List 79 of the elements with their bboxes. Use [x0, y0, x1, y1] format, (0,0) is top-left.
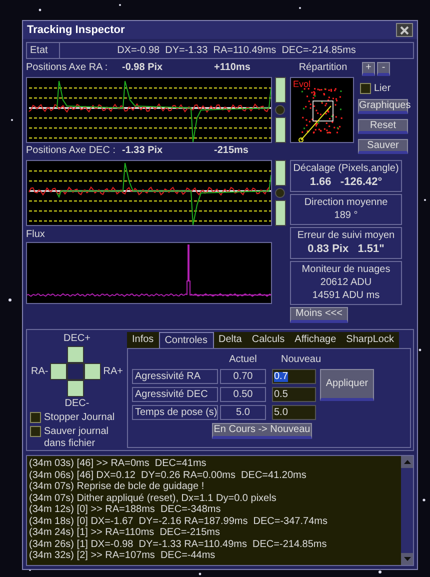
zoom-button[interactable]: - [377, 62, 390, 76]
zoom-button[interactable]: + [362, 62, 375, 76]
ra-minus-pad[interactable] [50, 363, 68, 380]
pad-center [67, 363, 84, 380]
log-line: (34m 12s) [0] >> RA=188ms DEC=-348ms [29, 504, 222, 516]
column-header: Nouveau [280, 355, 322, 365]
log-line: (34m 07s) Dither appliqué (reset), Dx=1.1 Dy=0.0 pixels [29, 492, 278, 504]
column-header: Actuel [228, 355, 258, 365]
flux-label: Flux [26, 230, 46, 240]
checkbox-label: Stopper Journal [44, 412, 116, 424]
stat-title: Erreur de suivi moyen [297, 231, 395, 241]
tab[interactable]: Delta [214, 332, 247, 348]
ra-axis-label: Positions Axe RA : [26, 63, 109, 73]
legend-label: Evol [293, 80, 311, 89]
status-value: DX=-0.98 DY=-1.33 RA=110.49ms DEC=-214.85ms [116, 46, 357, 56]
stat-title: Moniteur de nuages [302, 265, 390, 275]
repartition-title: Répartition [298, 61, 348, 75]
ra-pixel-value: -0.98 Pix [122, 63, 164, 73]
ra-minus-label: RA- [31, 366, 48, 376]
row-label: Agressivité DEC [132, 387, 218, 402]
indicator-drawing [274, 160, 286, 226]
stat-title: Décalage (Pixels,angle) [293, 164, 399, 174]
window-title: Tracking Inspector [27, 22, 125, 38]
dec-plus-pad[interactable] [67, 346, 84, 363]
checkbox[interactable] [30, 412, 41, 423]
target-square [312, 100, 334, 122]
status-label: Etat [27, 43, 60, 58]
dec-ms-value: -215ms [214, 146, 248, 156]
stat-value: 0.83 Pix 1.51" [308, 244, 384, 255]
stat-value: 1.66 -126.42° [310, 177, 382, 188]
copy-button[interactable]: En Cours -> Nouveau [212, 423, 312, 439]
current-value: 0.70 [220, 369, 266, 384]
log-line: (34m 18s) [0] DX=-1.67 DY=-2.16 RA=187.99ms DEC=-347.74ms [29, 516, 328, 527]
stat-title: Direction moyenne [304, 198, 388, 208]
stat-value: 14591 ADU ms [312, 291, 380, 301]
tab[interactable]: Calculs [246, 332, 290, 348]
log-line: (34m 06s) [46] DX=0.12 DY=0.26 RA=0.00ms DEC=41.20ms [29, 470, 308, 481]
stat-value: 20612 ADU [320, 278, 372, 288]
log-line: (34m 26s) [1] DX=-0.98 DY=-1.33 RA=110.49ms DEC=-214.85ms [29, 538, 328, 550]
ra-plus-pad[interactable] [84, 363, 102, 380]
new-value-field[interactable]: 0.7 [272, 369, 316, 384]
close-icon [400, 26, 409, 34]
tab[interactable]: Infos [127, 332, 159, 348]
row-label: Temps de pose (s) [132, 405, 218, 420]
stat-value: 189 ° [334, 211, 358, 221]
dec-plus-label: DEC+ [64, 334, 90, 344]
side-button[interactable]: Graphiques [358, 99, 408, 114]
checkbox[interactable] [360, 83, 371, 94]
scroll-up-icon[interactable] [401, 456, 413, 468]
close-button[interactable] [396, 23, 413, 37]
side-button[interactable]: Sauver [358, 139, 408, 154]
tab[interactable]: Affichage [290, 332, 342, 348]
log-line: (34m 32s) [2] >> RA=107ms DEC=-44ms [29, 550, 216, 562]
current-value: 0.50 [220, 387, 266, 402]
apply-button[interactable]: Appliquer [320, 369, 374, 401]
scatter-points [301, 88, 342, 134]
scroll-down-icon[interactable] [401, 553, 413, 565]
new-value-field[interactable]: 5.0 [272, 405, 316, 420]
dec-minus-pad[interactable] [67, 380, 84, 397]
new-value-field[interactable]: 0.5 [272, 387, 316, 402]
dec-pixel-value: -1.33 Pix [122, 146, 164, 156]
side-button[interactable]: Reset [358, 119, 408, 134]
ra-plus-label: RA+ [103, 366, 123, 376]
moins-button[interactable]: Moins <<< [290, 307, 348, 323]
indicator-drawing [274, 77, 286, 143]
log-line: (34m 07s) Reprise de bcle de guidage ! [29, 481, 206, 492]
tab[interactable]: SharpLock [341, 332, 399, 348]
log-line: (34m 03s) [46] >> RA=0ms DEC=41ms [29, 458, 208, 470]
lier-label: Lier [374, 84, 391, 94]
log-line: (34m 24s) [1] >> RA=110ms DEC=-215ms [29, 527, 222, 538]
checkbox-label: Sauver journal dans fichier [44, 426, 110, 450]
drift-line [298, 106, 332, 142]
ra-ms-value: +110ms [214, 63, 250, 73]
row-label: Agressivité RA [132, 369, 218, 384]
dec-minus-label: DEC- [64, 399, 90, 409]
checkbox[interactable] [30, 426, 41, 437]
tab[interactable]: Controles [158, 332, 214, 348]
current-value: 5.0 [220, 405, 266, 420]
dec-axis-label: Positions Axe DEC : [26, 146, 116, 156]
